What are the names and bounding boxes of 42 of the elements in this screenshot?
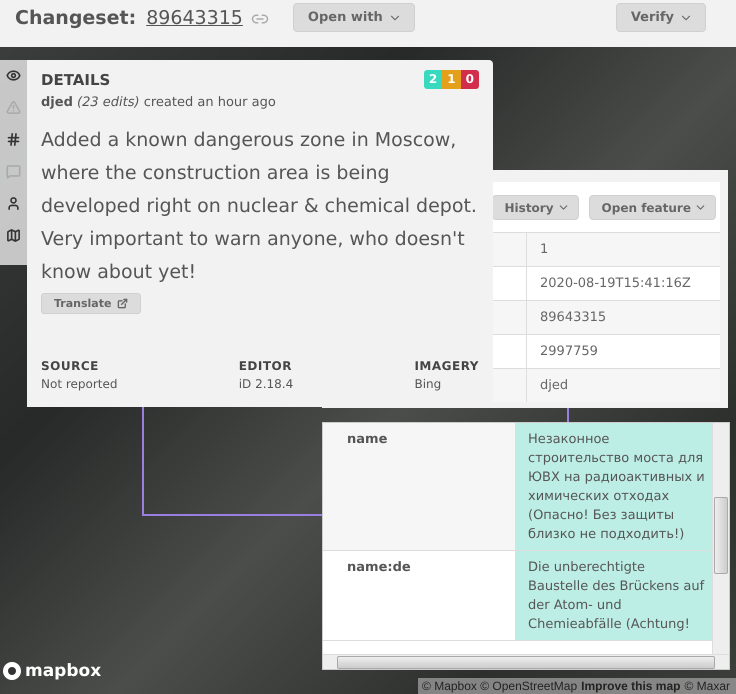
- attribution-text: © Mapbox © OpenStreetMap: [422, 679, 578, 693]
- improve-map-link[interactable]: Improve this map: [581, 679, 680, 693]
- changeset-comment: Added a known dangerous zone in Moscow, where the construction area is being developed right on nuclear & chemical depot. Very important to warn anyone, who doesn't know about yet!: [41, 128, 478, 285]
- table-cell-text: 2020-08-19T15:41:16Z: [539, 275, 692, 293]
- hash-icon[interactable]: [6, 132, 21, 147]
- comment-icon[interactable]: [6, 164, 21, 179]
- count-badge: 0: [460, 70, 479, 89]
- field-label: IMAGERY: [414, 359, 479, 373]
- table-cell-text: djed: [539, 377, 570, 395]
- dropdown-button[interactable]: Open feature: [588, 195, 716, 220]
- table-cell-text: 2997759: [539, 343, 599, 361]
- field-value: Not reported: [41, 377, 118, 391]
- tag-key: name:de: [323, 551, 515, 640]
- horizontal-scrollbar[interactable]: [323, 654, 729, 669]
- eye-icon[interactable]: [6, 68, 21, 83]
- tag-key: name: [323, 423, 515, 550]
- count-badge: 2: [424, 70, 442, 89]
- tag-value: Незаконное строительство моста для ЮВХ на радиоактивных и химических отходах (Опасно! Без защиты близко не подходить!): [515, 423, 712, 550]
- tag-value: Die unberechtigte Baustelle des Brückens auf der Atom- und Chemieabfälle (Achtung!: [515, 551, 712, 640]
- field-label: EDITOR: [238, 359, 293, 373]
- changeset-id-link[interactable]: 89643315: [146, 3, 243, 33]
- dropdown-button[interactable]: History: [492, 195, 579, 220]
- page-title: Changeset:: [15, 6, 136, 31]
- translate-button[interactable]: Translate: [41, 293, 142, 314]
- warning-icon[interactable]: [6, 100, 21, 115]
- field-value: Bing: [414, 377, 442, 391]
- logo-icon: [2, 661, 22, 681]
- user-icon[interactable]: [6, 196, 21, 211]
- field-value: iD 2.18.4: [238, 377, 294, 391]
- map-icon[interactable]: [6, 228, 21, 243]
- dropdown-button[interactable]: Verify: [616, 3, 706, 32]
- external-link-icon: [117, 298, 128, 309]
- table-cell-text: 1: [539, 241, 550, 259]
- vertical-scrollbar[interactable]: [712, 423, 729, 654]
- attribution-text: © Maxar: [684, 679, 730, 693]
- count-badge: 1: [442, 70, 461, 89]
- panel-title: DETAILS: [41, 70, 110, 88]
- field-label: SOURCE: [41, 359, 100, 373]
- logo-text: mapbox: [25, 661, 102, 681]
- dropdown-button[interactable]: Open with: [292, 3, 415, 32]
- author-line: djed (23 edits) created an hour ago: [41, 95, 277, 110]
- table-cell-text: 89643315: [539, 309, 608, 327]
